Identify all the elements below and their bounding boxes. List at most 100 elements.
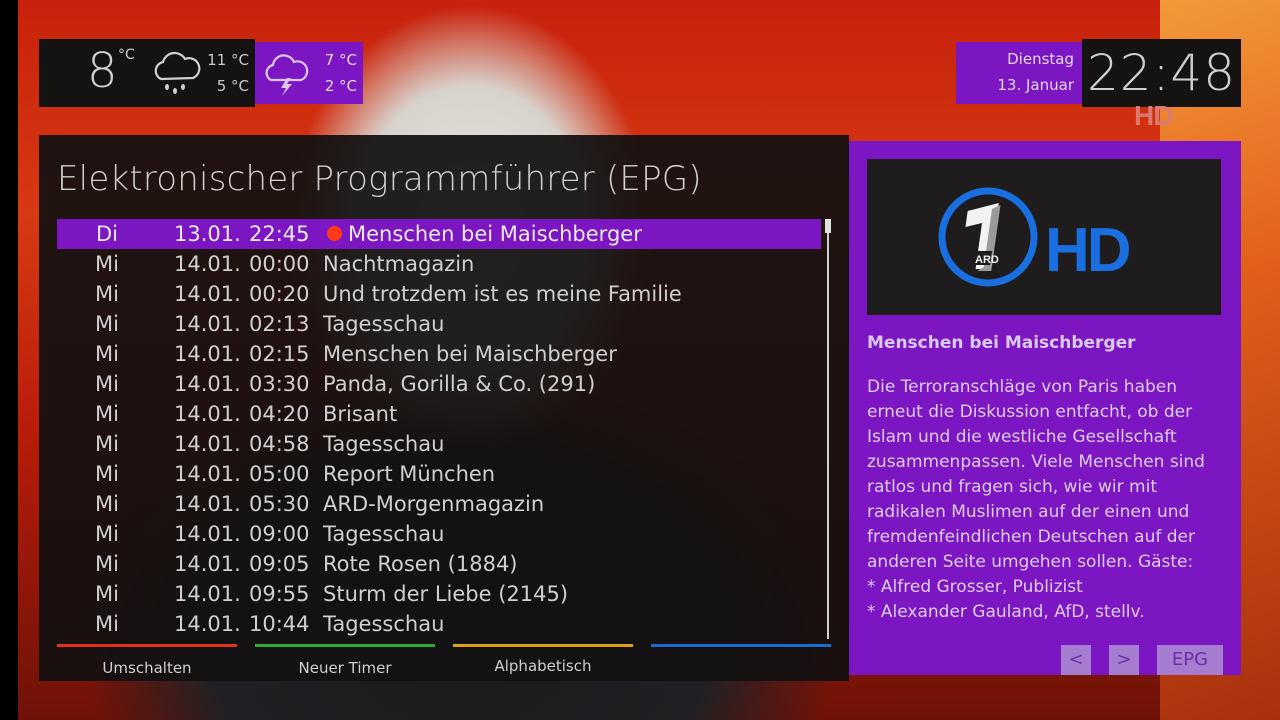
epg-date: 14.01. [174,582,241,606]
yellow-button-alphabetical[interactable]: Alphabetisch [453,644,633,684]
epg-time: 22:45 [249,222,310,246]
epg-date: 14.01. [174,342,241,366]
epg-time: 00:20 [249,282,310,306]
epg-date: 14.01. [174,432,241,456]
forecast-low-temp: 2 °C [324,77,357,95]
epg-day: Mi [95,522,119,546]
epg-time: 09:00 [249,522,310,546]
epg-date: 14.01. [174,522,241,546]
epg-time: 04:20 [249,402,310,426]
forecast-high-temp: 7 °C [324,51,357,69]
page-title: Elektronischer Programmführer (EPG) [57,159,702,199]
epg-program-title: Tagesschau [323,522,445,546]
epg-row[interactable]: Mi 14.01. 04:58 Tagesschau [57,429,821,459]
das-erste-hd-logo: ARD HD [938,187,1133,287]
weather-current: 8 °C 11 °C 5 °C [39,39,255,107]
epg-time: 02:15 [249,342,310,366]
epg-date: 14.01. [174,312,241,336]
epg-program-title: Und trotzdem ist es meine Familie [323,282,682,306]
epg-program-title: Tagesschau [323,432,445,456]
previous-button[interactable]: < [1061,645,1091,675]
epg-row[interactable]: Mi 14.01. 05:00 Report München [57,459,821,489]
epg-program-title: Sturm der Liebe (2145) [323,582,569,606]
epg-row[interactable]: Mi 14.01. 09:00 Tagesschau [57,519,821,549]
next-button[interactable]: > [1109,645,1139,675]
epg-day: Mi [95,282,119,306]
epg-program-title: Rote Rosen (1884) [323,552,518,576]
rain-cloud-icon [154,51,201,94]
green-button-label: Neuer Timer [298,659,392,677]
epg-program-title: ARD-Morgenmagazin [323,492,545,516]
epg-program-title: Panda, Gorilla & Co. (291) [323,372,596,396]
weekday-label: Dienstag [1007,50,1074,68]
recording-dot-icon [327,226,342,241]
epg-date: 14.01. [174,462,241,486]
epg-day: Mi [95,552,119,576]
weather-forecast: 7 °C 2 °C [255,42,363,104]
epg-day: Mi [95,252,119,276]
epg-row[interactable]: Mi 14.01. 00:20 Und trotzdem ist es meine F… [57,279,821,309]
epg-day: Mi [95,462,119,486]
epg-row[interactable]: Mi 14.01. 02:13 Tagesschau [57,309,821,339]
epg-button[interactable]: EPG [1157,645,1223,675]
epg-date: 13.01. [174,222,241,246]
epg-day: Mi [95,432,119,456]
date-label: 13. Januar [997,76,1074,94]
clock-time: 22:48 [1082,39,1241,107]
current-high-temp: 11 °C [207,51,249,69]
epg-program-title: Nachtmagazin [323,252,475,276]
epg-row[interactable]: Mi 14.01. 00:00 Nachtmagazin [57,249,821,279]
red-button-label: Umschalten [102,659,192,677]
epg-time: 02:13 [249,312,310,336]
epg-time: 04:58 [249,432,310,456]
scrollbar-track[interactable] [827,219,829,639]
epg-date: 14.01. [174,252,241,276]
epg-row[interactable]: Mi 14.01. 10:44 Tagesschau [57,609,821,639]
current-temperature: 8 [87,43,118,99]
epg-time: 05:00 [249,462,310,486]
epg-row[interactable]: Mi 14.01. 05:30 ARD-Morgenmagazin [57,489,821,519]
temperature-unit: °C [118,47,135,63]
program-description: Die Terroranschläge von Paris haben erne… [867,377,1205,622]
epg-date: 14.01. [174,372,241,396]
channel-hd-watermark: HD [1134,100,1173,131]
epg-date: 14.01. [174,612,241,636]
epg-row[interactable]: Mi 14.01. 09:05 Rote Rosen (1884) [57,549,821,579]
epg-day: Mi [95,492,119,516]
epg-row[interactable]: Mi 14.01. 02:15 Menschen bei Maischberger [57,339,821,369]
epg-time: 10:44 [249,612,310,636]
hd-logo-text: HD [1045,216,1130,285]
epg-program-title: Menschen bei Maischberger [323,342,617,366]
epg-day: Mi [95,402,119,426]
epg-day: Di [95,222,118,246]
epg-row[interactable]: Mi 14.01. 03:30 Panda, Gorilla & Co. (291) [57,369,821,399]
yellow-key-bar [453,644,633,647]
green-button-new-timer[interactable]: Neuer Timer [255,644,435,684]
thunderstorm-cloud-icon [265,54,309,96]
epg-row-selected[interactable]: Di 13.01. 22:45 Menschen bei Maischberger [57,219,821,249]
epg-day: Mi [95,342,119,366]
red-button-switch[interactable]: Umschalten [57,644,237,684]
red-key-bar [57,644,237,647]
epg-program-title: Tagesschau [323,312,445,336]
blue-key-bar [651,644,831,647]
epg-program-list[interactable]: Di 13.01. 22:45 Menschen bei Maischberger Mi… [57,219,821,639]
scrollbar-thumb[interactable] [825,219,831,233]
epg-row[interactable]: Mi 14.01. 09:55 Sturm der Liebe (2145) [57,579,821,609]
date-display: Dienstag 13. Januar [956,42,1082,104]
epg-day: Mi [95,612,119,636]
epg-row[interactable]: Mi 14.01. 04:20 Brisant [57,399,821,429]
epg-panel: Elektronischer Programmführer (EPG) Di 13… [39,135,849,681]
ard-badge-text: ARD [975,254,999,266]
epg-day: Mi [95,312,119,336]
tv-background-border [0,0,18,720]
blue-button[interactable] [651,644,831,684]
epg-date: 14.01. [174,402,241,426]
epg-program-title: Menschen bei Maischberger [348,222,642,246]
channel-logo: ARD HD [867,159,1221,315]
green-key-bar [255,644,435,647]
epg-time: 03:30 [249,372,310,396]
program-info-panel: ARD HD Menschen bei Maischberger Die Ter… [849,141,1241,675]
program-title: Menschen bei Maischberger [867,333,1136,353]
yellow-button-label: Alphabetisch [494,657,592,675]
